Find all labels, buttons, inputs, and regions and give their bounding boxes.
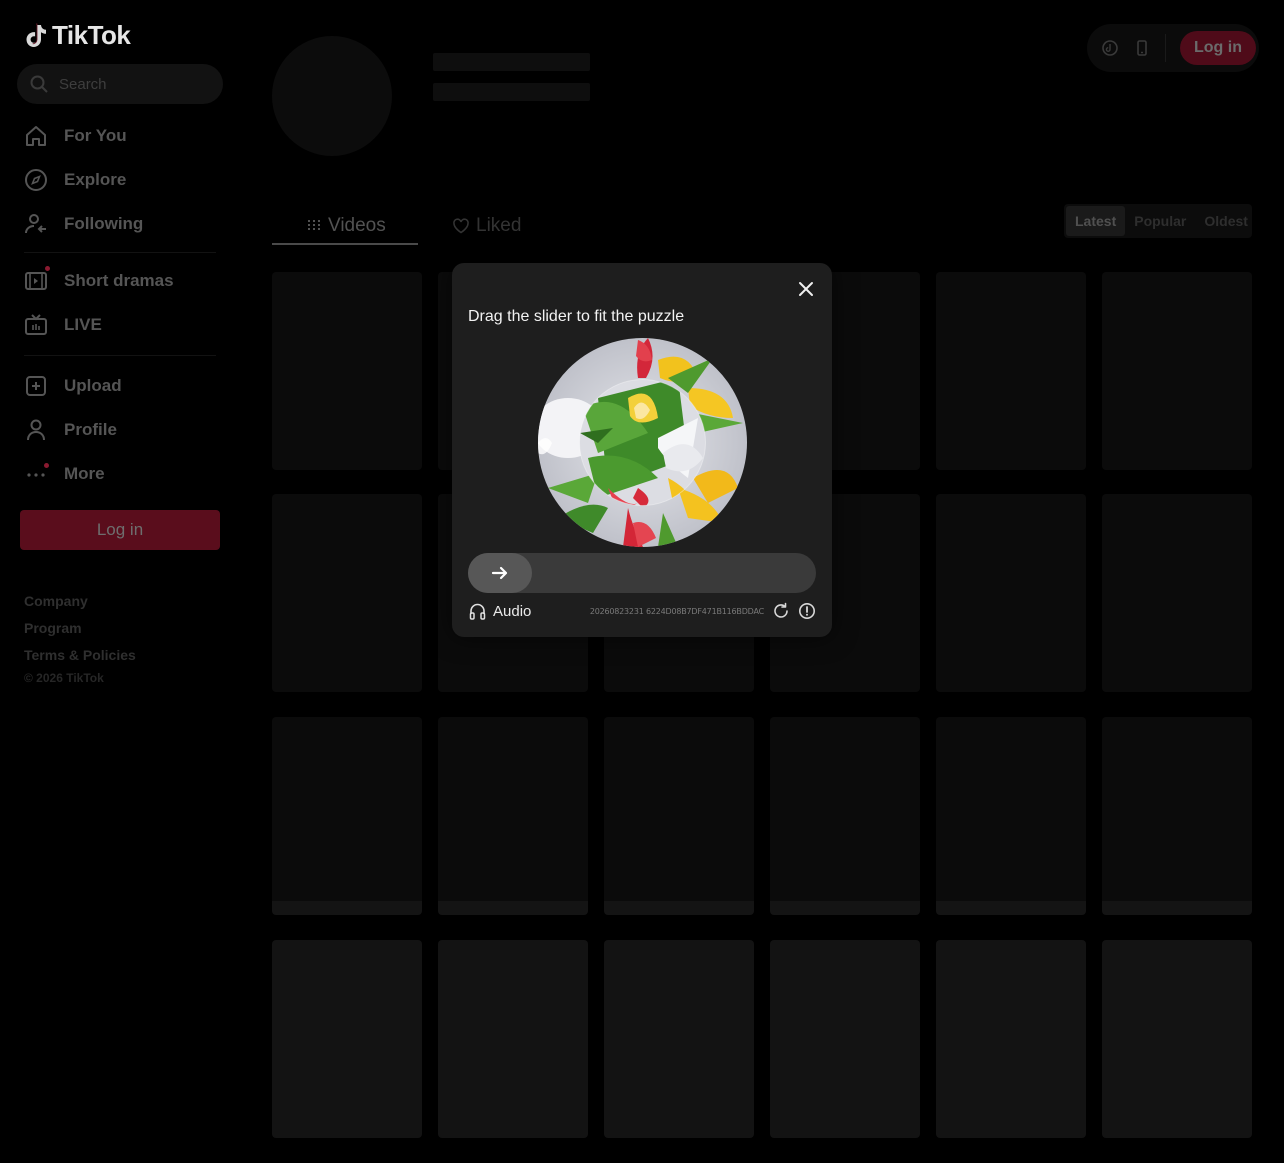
- captcha-title: Drag the slider to fit the puzzle: [468, 308, 685, 325]
- video-card-placeholder[interactable]: [1102, 272, 1252, 470]
- sort-popular[interactable]: Popular: [1125, 206, 1195, 236]
- video-card-placeholder[interactable]: [272, 717, 422, 915]
- sidebar-login-button[interactable]: Log in: [20, 510, 220, 550]
- tiktok-note-icon: [26, 23, 46, 47]
- card-footer: [936, 901, 1086, 915]
- tab-videos-label: Videos: [328, 215, 386, 236]
- nav-label: More: [64, 464, 105, 483]
- nav-live[interactable]: LIVE: [24, 310, 102, 340]
- video-card-placeholder[interactable]: [272, 940, 422, 1138]
- captcha-footer: Audio 20260823231 6224D08B7DF471B116BDDA…: [468, 601, 816, 621]
- grid-bars-icon: [308, 220, 320, 232]
- nav-label: Upload: [64, 376, 122, 395]
- captcha-slider-track[interactable]: [468, 553, 816, 593]
- nav-more[interactable]: More: [24, 459, 105, 489]
- sort-latest[interactable]: Latest: [1066, 206, 1126, 236]
- nav-explore[interactable]: Explore: [24, 165, 126, 195]
- rotate-puzzle-image: [538, 338, 747, 547]
- nav-label: Explore: [64, 170, 127, 189]
- video-card-placeholder[interactable]: [936, 717, 1086, 915]
- sidebar: TikTok For You Explore Following Short d…: [0, 0, 240, 1163]
- active-tab-indicator: [272, 243, 418, 245]
- card-footer: [272, 901, 422, 915]
- nav-divider: [24, 355, 216, 356]
- notification-dot: [44, 463, 49, 468]
- video-card-placeholder[interactable]: [1102, 717, 1252, 915]
- nav-label: For You: [64, 126, 127, 145]
- tiktok-logo[interactable]: TikTok: [24, 20, 131, 51]
- nav-divider: [24, 252, 216, 253]
- avatar-placeholder: [272, 36, 392, 156]
- nav-following[interactable]: Following: [24, 209, 143, 239]
- captcha-modal: Drag the slider to fit the puzzle Audio …: [452, 263, 832, 637]
- close-icon[interactable]: [796, 279, 816, 299]
- person-icon: [27, 419, 45, 441]
- captcha-slider-handle[interactable]: [468, 553, 532, 593]
- video-card-placeholder[interactable]: [936, 494, 1086, 692]
- report-info-icon[interactable]: [798, 602, 816, 620]
- header-login-button[interactable]: Log in: [1180, 31, 1256, 65]
- nav-upload[interactable]: Upload: [24, 371, 122, 401]
- home-icon: [26, 126, 46, 146]
- coins-icon[interactable]: [1101, 39, 1119, 57]
- upload-plus-icon: [26, 376, 46, 396]
- footer-link-company[interactable]: Company: [24, 593, 88, 609]
- card-footer: [770, 901, 920, 915]
- footer-link-program[interactable]: Program: [24, 620, 82, 636]
- logo-text: TikTok: [52, 20, 131, 50]
- live-tv-icon: [25, 314, 47, 335]
- header-divider: [1165, 34, 1166, 62]
- video-card-placeholder[interactable]: [770, 940, 920, 1138]
- card-footer: [438, 901, 588, 915]
- refresh-icon[interactable]: [772, 602, 790, 620]
- notification-dot: [45, 266, 50, 271]
- film-icon: [25, 272, 47, 290]
- nav-label: LIVE: [64, 315, 102, 334]
- audio-label: Audio: [493, 602, 532, 620]
- subtitle-placeholder: [433, 83, 590, 101]
- following-icon: [25, 214, 46, 234]
- search-bar[interactable]: [17, 64, 223, 104]
- video-card-placeholder[interactable]: [272, 494, 422, 692]
- nav-for-you[interactable]: For You: [24, 121, 127, 151]
- heart-lock-icon: [453, 218, 469, 234]
- video-card-placeholder[interactable]: [1102, 494, 1252, 692]
- compass-icon: [25, 169, 47, 191]
- sort-toggle: Latest Popular Oldest: [1064, 204, 1252, 238]
- footer-link-terms[interactable]: Terms & Policies: [24, 647, 136, 663]
- card-footer: [604, 901, 754, 915]
- arrow-right-icon: [491, 566, 508, 580]
- audio-challenge-button[interactable]: Audio: [468, 602, 531, 621]
- tab-videos[interactable]: Videos: [306, 210, 386, 242]
- video-card-placeholder[interactable]: [936, 940, 1086, 1138]
- tab-liked-label: Liked: [476, 215, 522, 236]
- header-actions: Log in: [1087, 24, 1259, 72]
- nav-label: Following: [64, 214, 144, 233]
- copyright-text: © 2026 TikTok: [24, 671, 104, 685]
- sort-oldest[interactable]: Oldest: [1195, 206, 1257, 236]
- headphones-icon: [469, 603, 486, 620]
- search-icon: [30, 75, 48, 93]
- card-footer: [1102, 901, 1252, 915]
- tab-liked[interactable]: Liked: [452, 210, 521, 242]
- video-card-placeholder[interactable]: [604, 940, 754, 1138]
- video-card-placeholder[interactable]: [438, 940, 588, 1138]
- captcha-id: 20260823231 6224D08B7DF471B116BDDAC: [589, 606, 764, 616]
- nav-profile[interactable]: Profile: [24, 415, 117, 445]
- video-card-placeholder[interactable]: [936, 272, 1086, 470]
- nav-label: Profile: [64, 420, 117, 439]
- phone-icon[interactable]: [1133, 39, 1151, 57]
- search-input[interactable]: [59, 75, 209, 93]
- video-card-placeholder[interactable]: [1102, 940, 1252, 1138]
- video-card-placeholder[interactable]: [604, 717, 754, 915]
- video-card-placeholder[interactable]: [770, 717, 920, 915]
- username-placeholder: [433, 53, 590, 71]
- nav-label: Short dramas: [64, 271, 174, 290]
- video-card-placeholder[interactable]: [438, 717, 588, 915]
- video-card-placeholder[interactable]: [272, 272, 422, 470]
